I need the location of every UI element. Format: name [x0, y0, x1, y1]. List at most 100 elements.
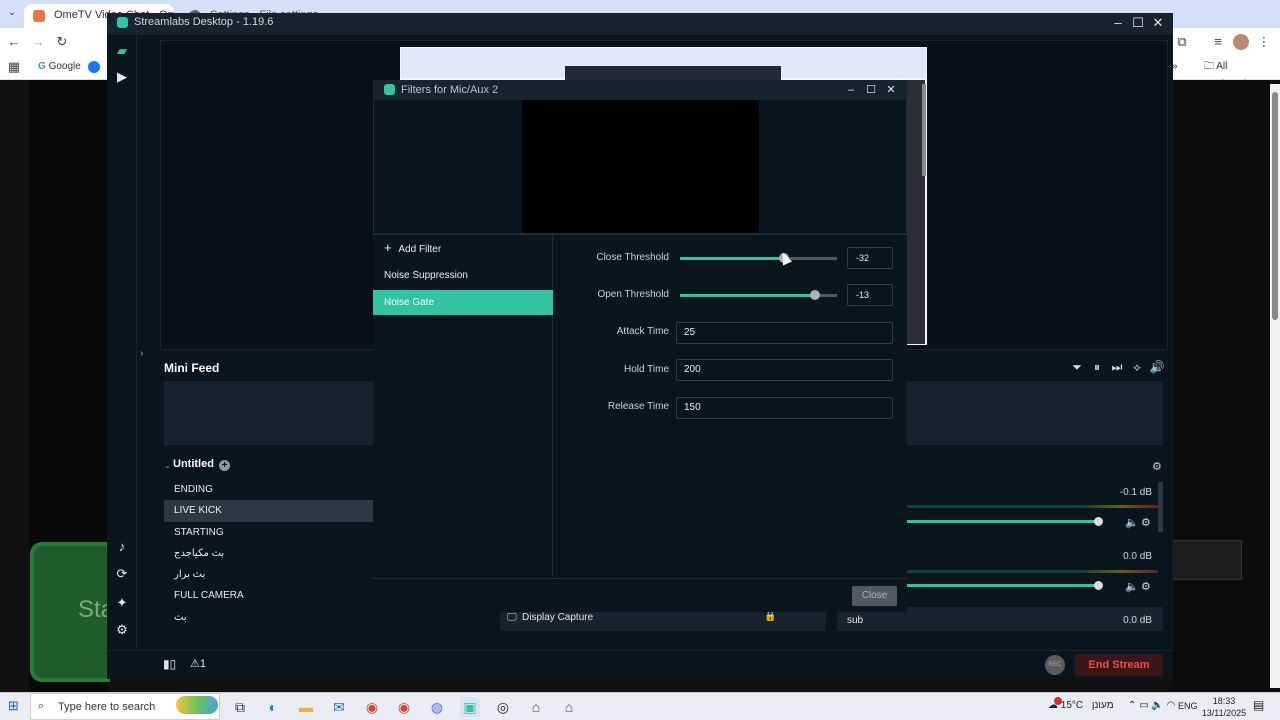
- scene-item[interactable]: بث برار: [164, 564, 374, 585]
- add-scene-collection-icon[interactable]: +: [219, 460, 230, 471]
- obs-icon[interactable]: ◎: [493, 697, 513, 717]
- scene-item[interactable]: FULL CAMERA: [164, 585, 374, 606]
- webpage-scroll-thumb[interactable]: [1272, 92, 1278, 320]
- scene-item[interactable]: بث: [164, 607, 374, 628]
- add-filter-button[interactable]: + Add Filter: [384, 240, 441, 255]
- all-bookmarks[interactable]: 🗀 All Bookmarks: [1204, 58, 1280, 90]
- filter-item-noise-suppression[interactable]: Noise Suppression: [373, 263, 553, 290]
- windows-start-icon[interactable]: ⊞: [8, 698, 19, 714]
- volume-icon[interactable]: 🔊: [1149, 360, 1165, 374]
- attack-time-input[interactable]: 25: [676, 322, 893, 344]
- chevron-down-icon[interactable]: ⌄: [164, 461, 171, 470]
- network-icon: ▭: [1139, 700, 1149, 711]
- open-threshold-input[interactable]: -13: [847, 284, 893, 306]
- alert-warning[interactable]: ⚠1: [190, 657, 206, 670]
- close-threshold-input[interactable]: -32: [847, 247, 893, 269]
- mixer-slider-handle[interactable]: [1094, 517, 1103, 526]
- tiktok-icon[interactable]: ♪: [113, 538, 131, 556]
- chrome-icon[interactable]: ◉: [362, 697, 382, 717]
- streamlabs-taskbar-icon[interactable]: ▣: [460, 697, 480, 717]
- hold-time-input[interactable]: 200: [676, 359, 893, 381]
- edge-icon[interactable]: ◐: [263, 697, 283, 717]
- language-indicator[interactable]: ENG: [1178, 701, 1198, 711]
- release-time-input[interactable]: 150: [676, 397, 893, 419]
- add-filter-label: Add Filter: [398, 244, 442, 255]
- minimize-icon[interactable]: –: [842, 82, 860, 98]
- play-icon[interactable]: ▶: [113, 68, 131, 86]
- filter-item-noise-gate[interactable]: Noise Gate: [373, 289, 553, 316]
- scene-item[interactable]: STARTING: [164, 522, 374, 543]
- maximize-icon[interactable]: ☐: [862, 82, 880, 98]
- multistream-icon[interactable]: ⟳: [113, 565, 131, 583]
- stats-chart-icon[interactable]: ▮▯: [163, 657, 176, 671]
- close-icon[interactable]: ✕: [1148, 14, 1168, 32]
- mixer-volume-slider[interactable]: [906, 520, 1098, 523]
- mixer-source-label: sub: [847, 615, 864, 626]
- effects-icon[interactable]: ✦: [113, 594, 131, 612]
- mixer-slider-handle[interactable]: [1094, 581, 1103, 590]
- task-view-icon[interactable]: ⧉: [230, 697, 250, 717]
- system-tray[interactable]: ⌃ ▭ 🔈 ◠: [1128, 700, 1175, 711]
- filters-dialog-footer: [373, 578, 907, 612]
- streamlabs-logo-icon: [384, 84, 395, 95]
- notifications-icon[interactable]: ▤: [1253, 698, 1264, 712]
- mute-alerts-icon[interactable]: ⟡: [1129, 360, 1145, 375]
- open-threshold-fill: [680, 294, 815, 297]
- avatar[interactable]: [1233, 34, 1249, 50]
- media-icon[interactable]: ≡: [1208, 34, 1228, 49]
- open-threshold-handle[interactable]: [810, 290, 820, 300]
- attack-time-label: Attack Time: [616, 326, 669, 337]
- extensions-icon[interactable]: ⧉: [1172, 34, 1192, 50]
- discord-icon[interactable]: ◍: [427, 697, 447, 717]
- reload-icon[interactable]: ↻: [52, 34, 72, 50]
- close-button[interactable]: Close: [852, 586, 897, 606]
- end-stream-button[interactable]: End Stream: [1075, 654, 1163, 676]
- clock[interactable]: 18:33 13/11/2025: [1200, 695, 1248, 719]
- alert-count: 1: [199, 658, 206, 670]
- forward-arrow-icon[interactable]: →: [28, 34, 48, 49]
- chrome-profile-icon[interactable]: ◉: [394, 697, 414, 717]
- scene-list: ENDING LIVE KICK STARTING بث مكياجدج بث …: [164, 479, 374, 628]
- editor-icon[interactable]: ▰: [113, 42, 131, 60]
- mixer-db-readout: -0.1 dB: [1119, 487, 1152, 498]
- collapse-arrow-icon[interactable]: ›: [140, 348, 143, 359]
- scene-item[interactable]: ENDING: [164, 479, 374, 500]
- record-button[interactable]: REC: [1045, 655, 1065, 675]
- weather-widget[interactable]: ☁ 15°C מעונן: [1048, 700, 1114, 711]
- file-explorer-icon[interactable]: ▬: [296, 697, 316, 717]
- settings-gear-icon[interactable]: ⚙: [113, 621, 131, 639]
- speaker-icon[interactable]: 🔈: [1125, 516, 1139, 529]
- mixer-settings-gear-icon[interactable]: ⚙: [1152, 460, 1162, 473]
- streamlabs-title: Streamlabs Desktop - 1.19.6: [134, 16, 274, 28]
- scene-item[interactable]: بث مكياجدج: [164, 543, 374, 564]
- pause-icon[interactable]: ⏸: [1089, 360, 1105, 375]
- bookmark-google[interactable]: G Google: [38, 58, 81, 76]
- minimize-icon[interactable]: –: [1108, 14, 1128, 32]
- apps-grid-icon[interactable]: ▦: [4, 59, 24, 75]
- filter-icon[interactable]: ⏷: [1069, 360, 1085, 375]
- skip-icon[interactable]: ⏭: [1109, 360, 1125, 375]
- back-arrow-icon[interactable]: ←: [4, 34, 24, 49]
- gear-icon[interactable]: ⚙: [1141, 516, 1151, 529]
- lock-icon[interactable]: 🔒: [764, 611, 776, 622]
- mixer-db-readout: 0.0 dB: [1123, 551, 1152, 562]
- close-icon[interactable]: ✕: [882, 82, 900, 98]
- app-icon[interactable]: ⌂: [559, 697, 579, 717]
- mixer-scrollbar[interactable]: [1158, 482, 1163, 532]
- scene-item[interactable]: LIVE KICK: [164, 500, 374, 522]
- facebook-icon[interactable]: [88, 61, 100, 73]
- tab-search-icon[interactable]: ⌄: [2, 7, 22, 18]
- scene-collection-title[interactable]: Untitled: [173, 458, 214, 470]
- maximize-icon[interactable]: ☐: [1128, 14, 1148, 32]
- menu-kebab-icon[interactable]: ⋮: [1254, 34, 1274, 50]
- close-threshold-label: Close Threshold: [596, 252, 669, 263]
- monitor-icon: 🖵: [507, 612, 517, 623]
- gear-icon[interactable]: ⚙: [1141, 580, 1151, 593]
- search-highlight-icon[interactable]: [176, 696, 218, 714]
- app-icon[interactable]: ⌂: [526, 697, 546, 717]
- mixer-volume-slider[interactable]: [906, 584, 1098, 587]
- minifeed-panel-right: [906, 381, 1163, 445]
- filters-dialog-title: Filters for Mic/Aux 2: [401, 84, 499, 96]
- speaker-icon[interactable]: 🔈: [1125, 580, 1139, 593]
- mail-icon[interactable]: ✉: [329, 697, 349, 717]
